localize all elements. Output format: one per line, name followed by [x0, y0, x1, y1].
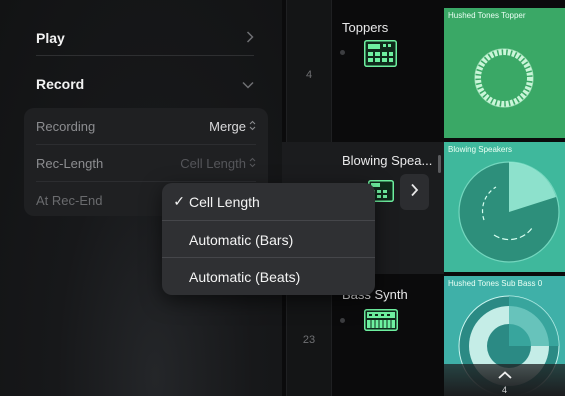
clip-cell[interactable]: Blowing Speakers	[444, 142, 565, 272]
collapse-bar[interactable]: 4	[444, 364, 565, 396]
track-status-dot	[340, 50, 345, 55]
track-status-dot	[340, 318, 345, 323]
chevron-right-icon	[246, 30, 254, 46]
rec-length-setting-label: Rec-Length	[36, 155, 104, 171]
rec-length-setting-value: Cell Length	[180, 155, 246, 171]
section-divider	[36, 55, 254, 56]
play-section-row[interactable]: Play	[36, 16, 254, 60]
up-down-arrows-icon	[249, 120, 256, 133]
row-number: 4	[305, 69, 313, 81]
playback-progress-icon	[458, 161, 560, 263]
menu-item-cell-length[interactable]: ✓ Cell Length	[162, 183, 375, 220]
rec-length-setting-row[interactable]: Rec-Length Cell Length	[36, 145, 256, 181]
up-down-arrows-icon	[249, 157, 256, 170]
next-clip-button[interactable]	[400, 174, 429, 210]
recording-setting-value: Merge	[209, 118, 246, 134]
at-rec-end-setting-label: At Rec-End	[36, 192, 103, 208]
menu-item-automatic-beats[interactable]: Automatic (Beats)	[162, 258, 375, 295]
synth-keyboard-icon[interactable]	[364, 309, 398, 336]
chevron-right-icon	[410, 183, 419, 202]
chevron-up-icon	[444, 366, 565, 384]
record-section-label: Record	[36, 76, 85, 92]
page-count: 4	[501, 385, 507, 395]
circular-waveform-icon	[474, 48, 534, 108]
track-name[interactable]: Toppers	[342, 20, 388, 35]
menu-item-automatic-bars[interactable]: Automatic (Bars)	[162, 221, 375, 258]
recording-setting-label: Recording	[36, 118, 96, 134]
rec-length-dropdown-menu: ✓ Cell Length Automatic (Bars) Automatic…	[162, 183, 375, 295]
recording-setting-row[interactable]: Recording Merge	[36, 108, 256, 144]
play-section-label: Play	[36, 30, 65, 46]
scroll-indicator[interactable]	[438, 155, 441, 173]
menu-item-label: Cell Length	[189, 193, 260, 210]
record-section-row[interactable]: Record	[36, 62, 254, 106]
chevron-down-icon	[242, 77, 254, 92]
track-name[interactable]: Blowing Spea...	[342, 153, 432, 168]
menu-item-label: Automatic (Bars)	[189, 231, 294, 248]
drum-machine-icon[interactable]	[364, 40, 397, 72]
row-number: 23	[302, 334, 316, 346]
checkmark-icon: ✓	[173, 193, 185, 209]
clip-cell[interactable]: Hushed Tones Topper	[444, 8, 565, 138]
menu-item-label: Automatic (Beats)	[189, 268, 301, 285]
